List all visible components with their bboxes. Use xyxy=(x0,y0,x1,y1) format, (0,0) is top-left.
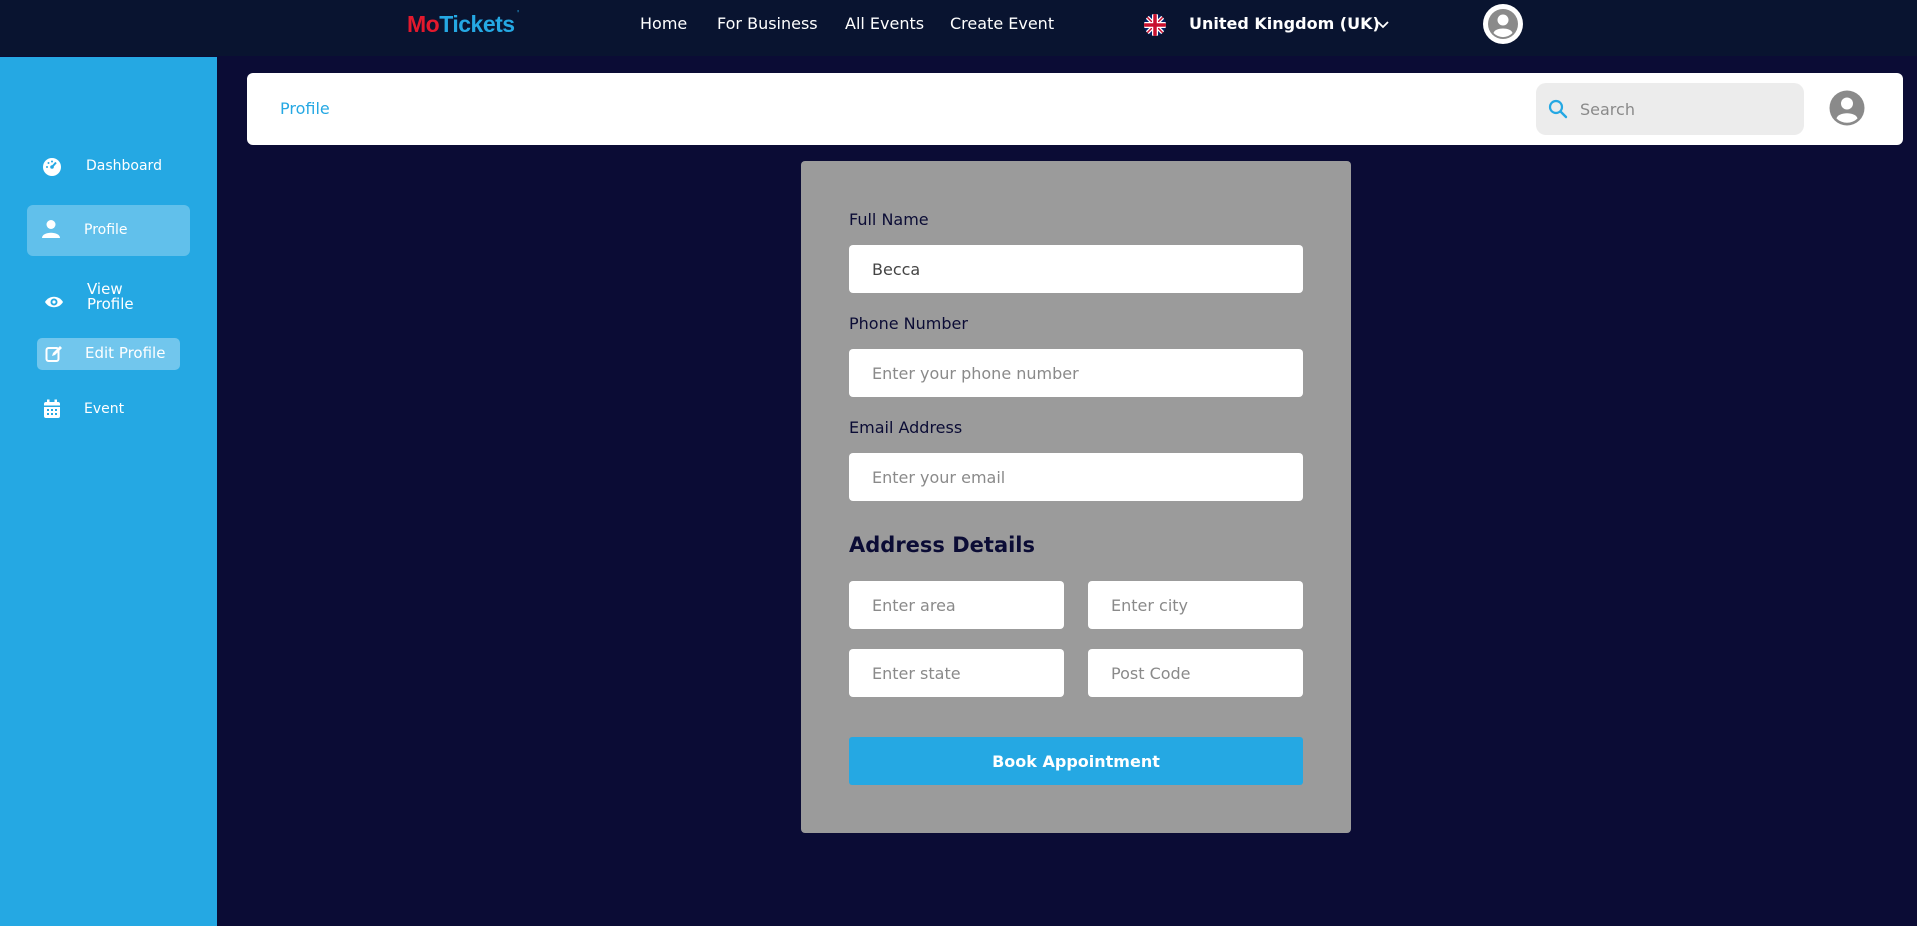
email-field[interactable] xyxy=(849,453,1303,501)
user-icon xyxy=(41,219,61,239)
calendar-icon xyxy=(42,399,62,419)
country-selector-label[interactable]: United Kingdom (UK) xyxy=(1189,14,1380,33)
phone-number-label: Phone Number xyxy=(849,314,968,333)
sidebar-item-dashboard[interactable]: Dashboard xyxy=(42,155,202,179)
brand-logo-part1: Mo xyxy=(407,11,440,37)
sidebar-item-label: View Profile xyxy=(87,280,134,313)
post-code-field[interactable] xyxy=(1088,649,1303,697)
email-address-label: Email Address xyxy=(849,418,963,437)
phone-number-field[interactable] xyxy=(849,349,1303,397)
nav-link-all-events[interactable]: All Events xyxy=(845,14,924,33)
search-input[interactable] xyxy=(1580,83,1794,135)
full-name-label: Full Name xyxy=(849,210,929,229)
city-field[interactable] xyxy=(1088,581,1303,629)
nav-link-create-event[interactable]: Create Event xyxy=(950,14,1054,33)
user-avatar-icon[interactable] xyxy=(1483,4,1523,44)
profile-form: Full Name Phone Number Email Address Add… xyxy=(801,161,1351,833)
nav-link-home[interactable]: Home xyxy=(640,14,687,33)
edit-icon xyxy=(44,344,64,364)
full-name-field[interactable] xyxy=(849,245,1303,293)
sidebar-item-profile[interactable]: Profile xyxy=(27,205,190,256)
sidebar-item-edit-profile[interactable]: Edit Profile xyxy=(37,338,180,370)
search-icon[interactable] xyxy=(1548,99,1568,119)
nav-link-for-business[interactable]: For Business xyxy=(717,14,818,33)
sidebar-item-label: Edit Profile xyxy=(85,344,166,362)
page-header: Profile xyxy=(247,73,1903,145)
top-navbar: MoTickets ' Home For Business All Events… xyxy=(0,0,1917,56)
sidebar-item-event[interactable]: Event xyxy=(42,398,182,422)
sidebar: Dashboard Profile View Profile Edit Prof… xyxy=(0,57,217,926)
sidebar-item-label: Dashboard xyxy=(86,158,162,174)
search-box xyxy=(1536,83,1804,135)
state-field[interactable] xyxy=(849,649,1064,697)
area-field[interactable] xyxy=(849,581,1064,629)
brand-logo-part2: Tickets xyxy=(439,11,515,37)
eye-icon xyxy=(44,292,64,312)
brand-logo-mark: ' xyxy=(517,9,519,20)
sidebar-item-label: Profile xyxy=(84,222,128,238)
book-appointment-button[interactable]: Book Appointment xyxy=(849,737,1303,785)
dashboard-gauge-icon xyxy=(42,157,62,177)
address-details-heading: Address Details xyxy=(849,533,1036,557)
chevron-down-icon[interactable] xyxy=(1375,16,1391,32)
uk-flag-icon[interactable] xyxy=(1144,14,1166,36)
sidebar-item-label: Event xyxy=(84,401,125,417)
user-avatar-icon[interactable] xyxy=(1829,90,1865,126)
brand-logo[interactable]: MoTickets ' xyxy=(407,9,519,38)
sidebar-item-view-profile[interactable]: View Profile xyxy=(44,282,194,322)
breadcrumb[interactable]: Profile xyxy=(280,99,330,118)
